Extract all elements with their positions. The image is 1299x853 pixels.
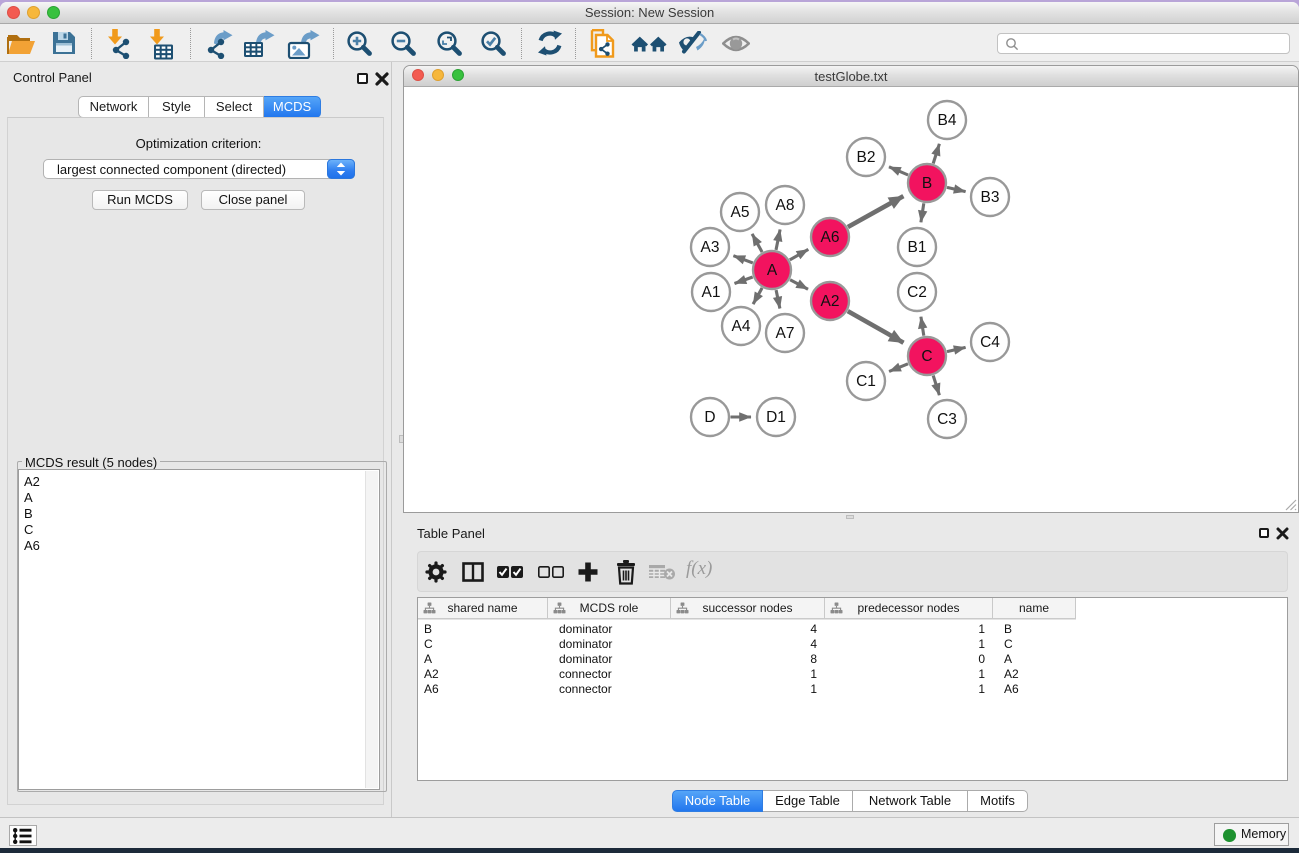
svg-text:A3: A3 (701, 239, 720, 256)
svg-text:B1: B1 (908, 239, 927, 256)
svg-text:C: C (921, 348, 932, 365)
svg-text:A7: A7 (776, 325, 795, 342)
svg-text:B4: B4 (938, 112, 957, 129)
svg-text:A6: A6 (821, 229, 840, 246)
svg-text:A4: A4 (732, 318, 751, 335)
svg-text:D: D (704, 409, 715, 426)
svg-text:C1: C1 (856, 373, 876, 390)
svg-text:A5: A5 (731, 204, 750, 221)
svg-text:B2: B2 (857, 149, 876, 166)
svg-text:A2: A2 (821, 293, 840, 310)
svg-text:D1: D1 (766, 409, 786, 426)
svg-text:A8: A8 (776, 197, 795, 214)
svg-text:C3: C3 (937, 411, 957, 428)
svg-text:C4: C4 (980, 334, 1000, 351)
svg-text:C2: C2 (907, 284, 927, 301)
svg-text:A1: A1 (702, 284, 721, 301)
svg-text:A: A (767, 262, 778, 279)
svg-text:B: B (922, 175, 932, 192)
svg-text:B3: B3 (981, 189, 1000, 206)
